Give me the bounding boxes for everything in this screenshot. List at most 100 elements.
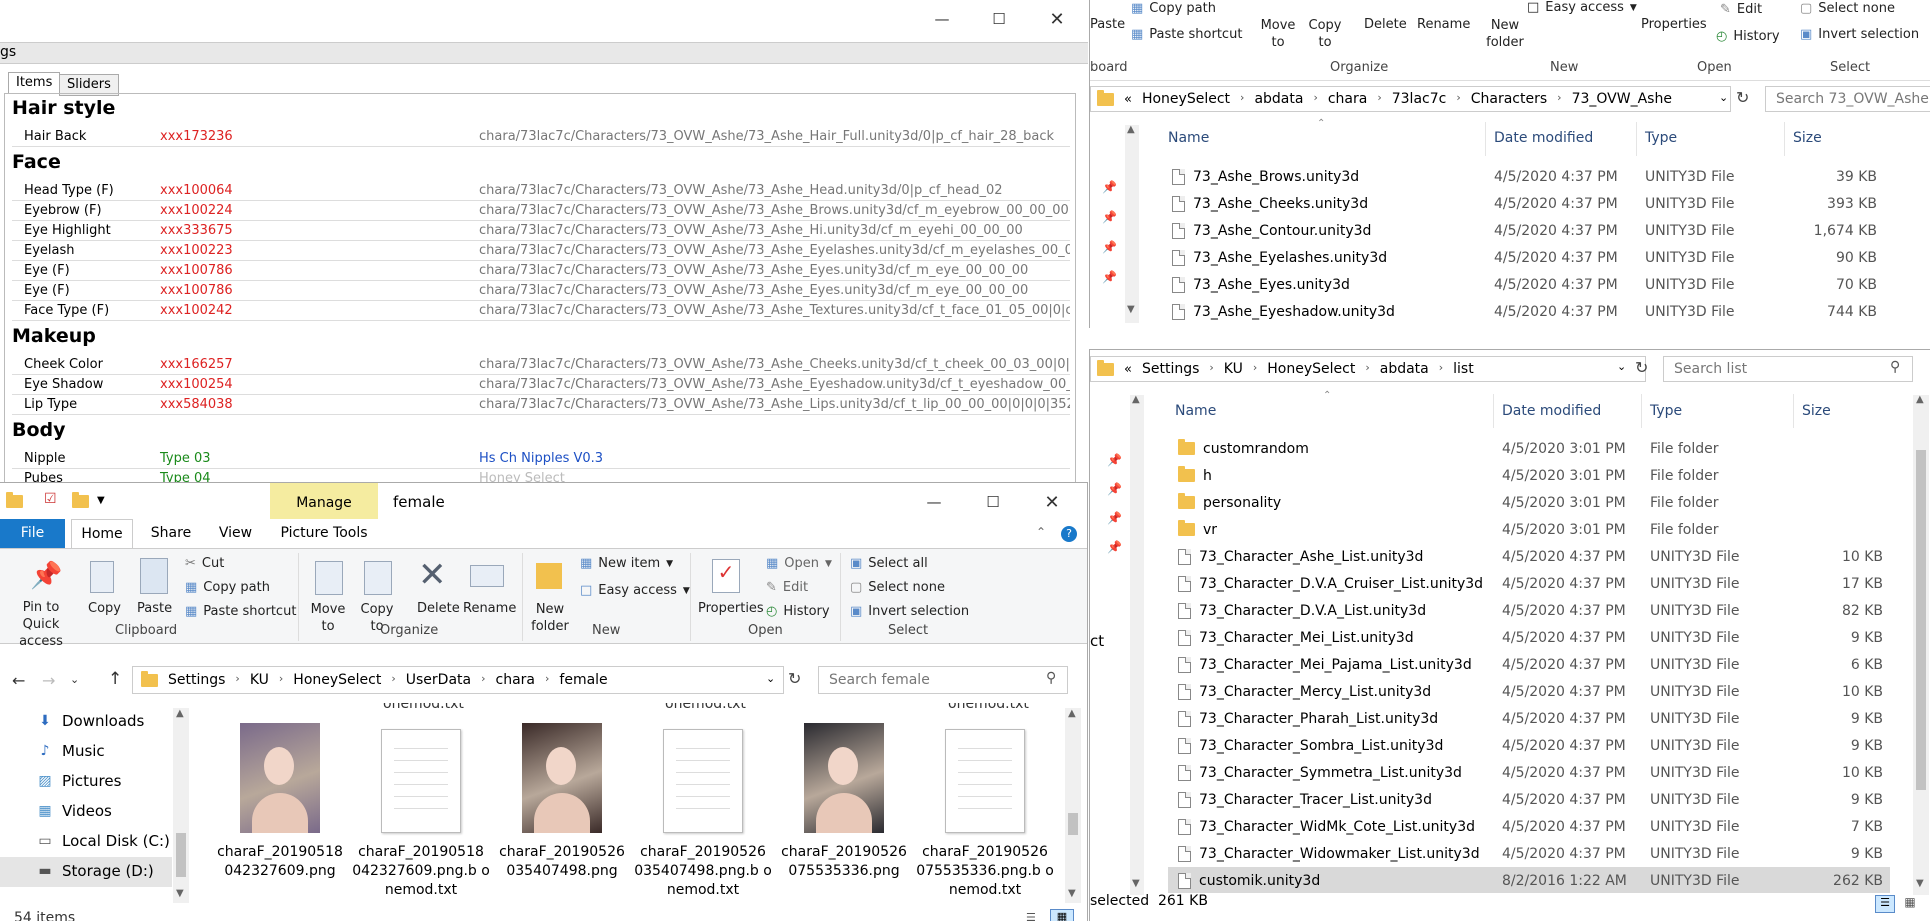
breadcrumb-overflow-icon[interactable]: « <box>1124 92 1132 107</box>
breadcrumb-separator-icon[interactable]: › <box>391 672 395 688</box>
breadcrumb-separator-icon[interactable]: › <box>1557 91 1561 107</box>
move-to-button[interactable]: Move to <box>1258 17 1298 51</box>
breadcrumb-separator-icon[interactable]: › <box>1253 361 1257 377</box>
breadcrumb-separator-icon[interactable]: › <box>1439 361 1443 377</box>
nav-item[interactable]: ▦ Videos <box>36 802 111 820</box>
tab-items[interactable]: Items <box>8 72 61 94</box>
tab-share[interactable]: Share <box>139 519 203 549</box>
breadcrumb-separator-icon[interactable]: › <box>1365 361 1369 377</box>
details-view-icon[interactable]: ☰ <box>1875 895 1895 913</box>
item-row[interactable]: Nipple Type 03 Hs Ch Nipples V0.3 <box>12 449 1070 469</box>
address-bar[interactable]: « Settings › KU › HoneySelect › abdata › list <box>1090 356 1646 382</box>
history-button[interactable]: ◴ History <box>766 604 830 619</box>
search-input[interactable]: Search list <box>1663 356 1913 382</box>
move-to-button[interactable]: Move to <box>307 601 349 635</box>
edit-button[interactable]: ✎ Edit <box>766 580 808 595</box>
file-row[interactable]: 73_Character_Mercy_List.unity3d <box>1178 678 1431 705</box>
search-icon[interactable]: ⚲ <box>1890 359 1900 375</box>
recent-dropdown-icon[interactable]: ⌄ <box>70 673 79 686</box>
file-row[interactable]: 73_Character_D.V.A_List.unity3d <box>1178 597 1426 624</box>
easy-access-button[interactable]: □ Easy access ▼ <box>580 583 690 598</box>
breadcrumb-item[interactable]: list <box>1453 361 1474 377</box>
scroll-thumb[interactable] <box>1916 450 1926 790</box>
breadcrumb-item[interactable]: HoneySelect <box>1267 361 1355 377</box>
breadcrumb-item[interactable]: KU <box>250 672 269 688</box>
file-row[interactable]: customrandom <box>1178 435 1309 462</box>
back-icon[interactable]: ← <box>12 671 25 690</box>
breadcrumb-item[interactable]: KU <box>1224 361 1243 377</box>
left-nav-scrollbar[interactable] <box>1125 125 1139 323</box>
properties-button[interactable]: Properties <box>698 601 764 616</box>
breadcrumb-separator-icon[interactable]: › <box>481 672 485 688</box>
breadcrumb-separator-icon[interactable]: › <box>1456 91 1460 107</box>
tab-view[interactable]: View <box>208 519 263 549</box>
file-thumbnail[interactable]: charaF_20190518 042327609.png <box>205 723 355 881</box>
breadcrumb-separator-icon[interactable]: › <box>235 672 239 688</box>
item-row[interactable]: Cheek Color xxx166257 chara/73lac7c/Charac… <box>12 355 1070 375</box>
file-row[interactable]: h <box>1178 462 1212 489</box>
paste-shortcut-button[interactable]: ▦ Paste shortcut <box>185 604 296 619</box>
nav-item[interactable]: ▬ Storage (D:) <box>36 862 153 880</box>
nav-item[interactable]: ⬇ Downloads <box>36 712 144 730</box>
manage-tab[interactable]: Manage <box>270 483 378 519</box>
file-row[interactable]: 73_Character_Sombra_List.unity3d <box>1178 732 1443 759</box>
help-icon[interactable]: ? <box>1061 526 1077 542</box>
breadcrumb-item[interactable]: female <box>559 672 607 688</box>
nav-scroll-down-icon[interactable]: ▼ <box>176 888 184 899</box>
paste-shortcut-button[interactable]: ▦ Paste shortcut <box>1131 27 1242 42</box>
address-bar[interactable]: Settings › KU › HoneySelect › UserData › chara › f… <box>132 666 784 694</box>
collapse-ribbon-icon[interactable]: ⌃ <box>1036 525 1046 539</box>
file-row[interactable]: 73_Character_Ashe_List.unity3d <box>1178 543 1423 570</box>
breadcrumb-overflow-icon[interactable]: « <box>1124 362 1132 377</box>
open-button[interactable]: ▦ Open ▼ <box>766 556 832 571</box>
item-row[interactable]: Eye Highlight xxx333675 chara/73lac7c/Char… <box>12 221 1070 241</box>
column-size[interactable]: Size <box>1802 403 1831 419</box>
nav-item[interactable]: ♪ Music <box>36 742 105 760</box>
column-size[interactable]: Size <box>1793 130 1822 146</box>
copy-to-button[interactable]: Copy to <box>1305 17 1345 51</box>
quick-access-dropdown-icon[interactable]: ▼ <box>97 495 105 506</box>
new-folder-button[interactable]: New folder <box>529 601 571 635</box>
item-row[interactable]: Pubes Type 04 Honey Select <box>12 469 1070 482</box>
up-icon[interactable]: ↑ <box>108 669 122 689</box>
quick-access-newfolder-icon[interactable] <box>72 492 89 512</box>
file-row[interactable]: 73_Character_D.V.A_Cruiser_List.unity3d <box>1178 570 1483 597</box>
nav-scroll-down-icon[interactable]: ▼ <box>1127 304 1135 315</box>
file-row[interactable]: 73_Ashe_Brows.unity3d <box>1172 163 1359 190</box>
breadcrumb-separator-icon[interactable]: › <box>1313 91 1317 107</box>
file-row[interactable]: 73_Character_Tracer_List.unity3d <box>1178 786 1432 813</box>
history-button[interactable]: ◴ History <box>1716 29 1780 44</box>
breadcrumb-separator-icon[interactable]: › <box>1209 361 1213 377</box>
select-none-button[interactable]: ▢ Select none <box>850 580 945 595</box>
refresh-icon[interactable]: ↻ <box>1736 88 1749 107</box>
new-folder-button[interactable]: New folder <box>1485 17 1525 51</box>
minimize-icon[interactable]: — <box>919 0 965 38</box>
breadcrumb-item[interactable]: chara <box>496 672 535 688</box>
tab-file[interactable]: File <box>0 519 65 549</box>
item-row[interactable]: Eyelash xxx100223 chara/73lac7c/Characters… <box>12 241 1070 261</box>
delete-button[interactable]: Delete <box>417 601 460 616</box>
breadcrumb-separator-icon[interactable]: › <box>545 672 549 688</box>
file-thumbnail[interactable]: charaF_20190526 075535336.png.b onemod.t… <box>910 723 1060 900</box>
item-row[interactable]: Hair Back xxx173236 chara/73lac7c/Characte… <box>12 127 1070 147</box>
content-scroll-up-icon[interactable]: ▲ <box>1068 708 1076 719</box>
paste-button[interactable]: Paste <box>137 601 172 616</box>
nav-scroll-up-icon[interactable]: ▲ <box>176 708 184 719</box>
search-icon[interactable]: ⚲ <box>1046 670 1056 686</box>
item-row[interactable]: Eyebrow (F) xxx100224 chara/73lac7c/Charac… <box>12 201 1070 221</box>
file-row[interactable]: 73_Ashe_Contour.unity3d <box>1172 217 1371 244</box>
breadcrumb-separator-icon[interactable]: › <box>279 672 283 688</box>
file-row[interactable]: 73_Character_Pharah_List.unity3d <box>1178 705 1438 732</box>
copy-button[interactable]: Copy <box>88 601 121 616</box>
nav-scroll-up-icon[interactable]: ▲ <box>1127 124 1135 135</box>
select-none-button[interactable]: ▢ Select none <box>1800 1 1895 16</box>
column-date[interactable]: Date modified <box>1494 130 1593 146</box>
minimize-icon[interactable]: — <box>911 483 957 521</box>
nav-item[interactable]: ▭ Local Disk (C:) <box>36 832 170 850</box>
breadcrumb-item[interactable]: Settings <box>168 672 225 688</box>
column-name[interactable]: Name <box>1175 403 1216 419</box>
column-name[interactable]: Name <box>1168 130 1209 146</box>
refresh-icon[interactable]: ↻ <box>1635 358 1648 377</box>
scroll-down-icon[interactable]: ▼ <box>1916 878 1924 889</box>
large-icons-view-icon[interactable]: ▦ <box>1900 895 1920 913</box>
